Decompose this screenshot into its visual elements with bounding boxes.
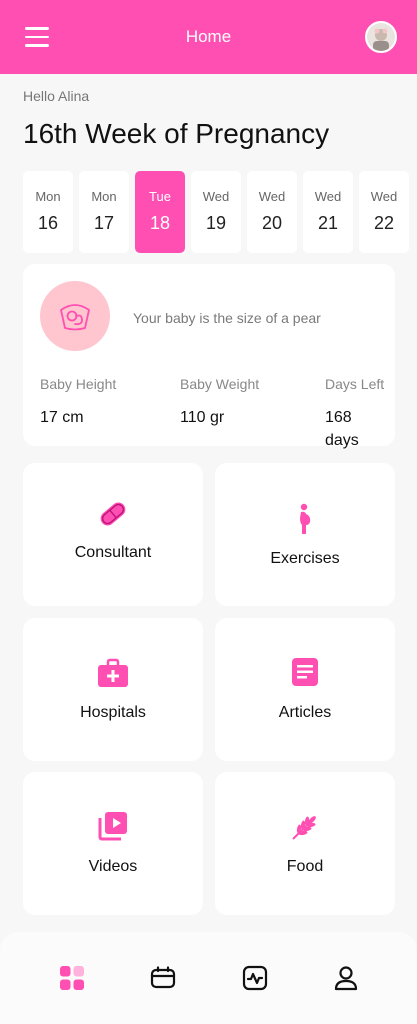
tile-label: Videos xyxy=(88,858,138,875)
day-item[interactable]: Wed 20 xyxy=(247,171,297,253)
page-title: Home xyxy=(185,27,232,46)
article-icon xyxy=(215,657,395,687)
day-name: Wed xyxy=(258,189,286,204)
day-date: 17 xyxy=(93,213,115,233)
nav-profile[interactable] xyxy=(333,965,359,991)
nav-activity[interactable] xyxy=(242,965,268,991)
tile-label: Exercises xyxy=(270,550,340,567)
activity-icon xyxy=(242,965,268,991)
baby-info-card: Your baby is the size of a pear Baby Hei… xyxy=(23,264,395,449)
tile-label: Consultant xyxy=(74,544,152,561)
day-selector: Mon 16 Mon 17 Tue 18 Wed 19 Wed 20 Wed 2… xyxy=(23,171,417,253)
day-name: Mon xyxy=(91,189,117,204)
day-name: Wed xyxy=(202,189,230,204)
day-date: 16 xyxy=(37,213,59,233)
food-tile[interactable]: Food xyxy=(215,772,395,915)
tile-label: Articles xyxy=(278,704,332,721)
videos-tile[interactable]: Videos xyxy=(23,772,203,915)
day-name: Tue xyxy=(149,189,171,204)
day-name: Mon xyxy=(35,189,61,204)
exercises-tile[interactable]: Exercises xyxy=(215,463,395,606)
nav-dashboard[interactable] xyxy=(59,965,85,991)
day-item[interactable]: Wed 22 xyxy=(359,171,409,253)
fetus-icon xyxy=(40,281,110,351)
week-title: 16th Week of Pregnancy xyxy=(23,118,330,149)
day-item[interactable]: Mon 16 xyxy=(23,171,73,253)
days-left-value: 168 days xyxy=(325,409,359,449)
day-name: Wed xyxy=(314,189,342,204)
day-date: 20 xyxy=(261,213,283,233)
articles-tile[interactable]: Articles xyxy=(215,618,395,761)
dashboard-icon xyxy=(60,966,84,990)
day-item[interactable]: Wed 19 xyxy=(191,171,241,253)
medical-kit-icon xyxy=(23,657,203,689)
app-header: Home xyxy=(0,0,417,74)
bottom-navigation xyxy=(0,932,417,1024)
nav-calendar[interactable] xyxy=(150,965,176,991)
baby-height-label: Baby Height xyxy=(40,376,117,392)
day-date: 21 xyxy=(317,213,339,233)
calendar-icon xyxy=(150,966,176,989)
day-date: 22 xyxy=(373,213,395,233)
day-item-selected[interactable]: Tue 18 xyxy=(135,171,185,253)
day-date: 18 xyxy=(149,213,171,233)
avatar[interactable] xyxy=(365,21,397,53)
hospitals-tile[interactable]: Hospitals xyxy=(23,618,203,761)
pregnant-woman-icon xyxy=(215,503,395,535)
pill-icon xyxy=(23,497,203,531)
baby-weight-label: Baby Weight xyxy=(180,376,260,392)
baby-height-value: 17 cm xyxy=(40,409,84,426)
day-date: 19 xyxy=(205,213,227,233)
day-item[interactable]: Wed 21 xyxy=(303,171,353,253)
baby-size-text: Your baby is the size of a pear xyxy=(133,310,321,326)
baby-weight-value: 110 gr xyxy=(180,409,225,426)
video-library-icon xyxy=(23,810,203,842)
tile-label: Hospitals xyxy=(80,704,146,721)
avatar-image xyxy=(367,23,395,51)
wheat-icon xyxy=(215,812,395,842)
profile-icon xyxy=(334,966,358,991)
consultant-tile[interactable]: Consultant xyxy=(23,463,203,606)
tile-label: Food xyxy=(286,858,324,875)
greeting-text: Hello Alina xyxy=(23,88,90,104)
day-name: Wed xyxy=(370,189,398,204)
days-left-label: Days Left xyxy=(325,376,385,392)
day-item[interactable]: Mon 17 xyxy=(79,171,129,253)
